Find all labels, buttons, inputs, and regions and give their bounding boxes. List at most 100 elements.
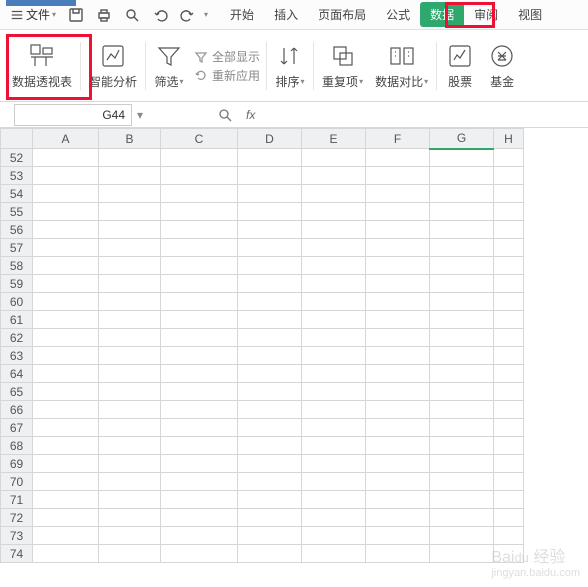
cell-C54[interactable] (161, 185, 238, 203)
cell-E59[interactable] (302, 275, 366, 293)
cell-A58[interactable] (33, 257, 99, 275)
cell-F57[interactable] (366, 239, 430, 257)
cell-A62[interactable] (33, 329, 99, 347)
cell-C68[interactable] (161, 437, 238, 455)
cell-G70[interactable] (430, 473, 494, 491)
cell-H59[interactable] (494, 275, 524, 293)
row-header-53[interactable]: 53 (1, 167, 33, 185)
cell-A52[interactable] (33, 149, 99, 167)
cell-C63[interactable] (161, 347, 238, 365)
cell-F72[interactable] (366, 509, 430, 527)
row-header-72[interactable]: 72 (1, 509, 33, 527)
cell-G65[interactable] (430, 383, 494, 401)
cell-D68[interactable] (238, 437, 302, 455)
tab-公式[interactable]: 公式 (376, 2, 420, 27)
cell-A53[interactable] (33, 167, 99, 185)
cell-D72[interactable] (238, 509, 302, 527)
cell-G61[interactable] (430, 311, 494, 329)
cell-B67[interactable] (99, 419, 161, 437)
cell-E68[interactable] (302, 437, 366, 455)
cell-F60[interactable] (366, 293, 430, 311)
cell-C65[interactable] (161, 383, 238, 401)
cell-B69[interactable] (99, 455, 161, 473)
cell-C55[interactable] (161, 203, 238, 221)
reapply-button[interactable]: 重新应用 (194, 67, 260, 84)
cell-H72[interactable] (494, 509, 524, 527)
cell-H69[interactable] (494, 455, 524, 473)
cell-G57[interactable] (430, 239, 494, 257)
cell-F52[interactable] (366, 149, 430, 167)
tab-页面布局[interactable]: 页面布局 (308, 2, 376, 27)
cell-D52[interactable] (238, 149, 302, 167)
cell-B58[interactable] (99, 257, 161, 275)
cell-D74[interactable] (238, 545, 302, 563)
cell-A74[interactable] (33, 545, 99, 563)
col-header-D[interactable]: D (238, 129, 302, 149)
cell-G55[interactable] (430, 203, 494, 221)
cell-F63[interactable] (366, 347, 430, 365)
cell-A65[interactable] (33, 383, 99, 401)
cell-E73[interactable] (302, 527, 366, 545)
cell-E55[interactable] (302, 203, 366, 221)
cell-F59[interactable] (366, 275, 430, 293)
smart-analysis-button[interactable]: 智能分析 (83, 32, 143, 99)
cell-F69[interactable] (366, 455, 430, 473)
cell-B74[interactable] (99, 545, 161, 563)
cell-G63[interactable] (430, 347, 494, 365)
cell-F61[interactable] (366, 311, 430, 329)
row-header-56[interactable]: 56 (1, 221, 33, 239)
cell-E67[interactable] (302, 419, 366, 437)
cell-H53[interactable] (494, 167, 524, 185)
cell-D61[interactable] (238, 311, 302, 329)
select-all-corner[interactable] (1, 129, 33, 149)
col-header-B[interactable]: B (99, 129, 161, 149)
cell-E64[interactable] (302, 365, 366, 383)
cell-G68[interactable] (430, 437, 494, 455)
cell-G54[interactable] (430, 185, 494, 203)
funds-button[interactable]: 基金 (481, 32, 523, 99)
row-header-64[interactable]: 64 (1, 365, 33, 383)
cell-A64[interactable] (33, 365, 99, 383)
cell-H71[interactable] (494, 491, 524, 509)
cell-B73[interactable] (99, 527, 161, 545)
tab-开始[interactable]: 开始 (220, 2, 264, 27)
cell-G53[interactable] (430, 167, 494, 185)
cell-B53[interactable] (99, 167, 161, 185)
col-header-H[interactable]: H (494, 129, 524, 149)
cell-E52[interactable] (302, 149, 366, 167)
cell-E57[interactable] (302, 239, 366, 257)
cell-F71[interactable] (366, 491, 430, 509)
filter-button[interactable]: 筛选▾ (148, 32, 190, 99)
row-header-66[interactable]: 66 (1, 401, 33, 419)
cell-A67[interactable] (33, 419, 99, 437)
cell-D59[interactable] (238, 275, 302, 293)
cell-C67[interactable] (161, 419, 238, 437)
cell-F55[interactable] (366, 203, 430, 221)
cell-B64[interactable] (99, 365, 161, 383)
pivot-table-button[interactable]: 数据透视表 (6, 32, 78, 99)
col-header-G[interactable]: G (430, 129, 494, 149)
cell-D66[interactable] (238, 401, 302, 419)
cell-C61[interactable] (161, 311, 238, 329)
cell-E72[interactable] (302, 509, 366, 527)
qat-print[interactable] (92, 4, 116, 26)
cell-C66[interactable] (161, 401, 238, 419)
cell-H64[interactable] (494, 365, 524, 383)
cell-F54[interactable] (366, 185, 430, 203)
cell-E63[interactable] (302, 347, 366, 365)
cell-G74[interactable] (430, 545, 494, 563)
sort-button[interactable]: 排序▾ (269, 32, 311, 99)
qat-dropdown[interactable]: ▾ (204, 10, 208, 19)
cell-G62[interactable] (430, 329, 494, 347)
cell-G58[interactable] (430, 257, 494, 275)
cell-E61[interactable] (302, 311, 366, 329)
cell-B55[interactable] (99, 203, 161, 221)
cell-C73[interactable] (161, 527, 238, 545)
name-box[interactable]: G44 (14, 104, 132, 126)
cell-B63[interactable] (99, 347, 161, 365)
cell-C57[interactable] (161, 239, 238, 257)
cell-B66[interactable] (99, 401, 161, 419)
row-header-70[interactable]: 70 (1, 473, 33, 491)
cell-H68[interactable] (494, 437, 524, 455)
duplicates-button[interactable]: 重复项▾ (316, 32, 369, 99)
